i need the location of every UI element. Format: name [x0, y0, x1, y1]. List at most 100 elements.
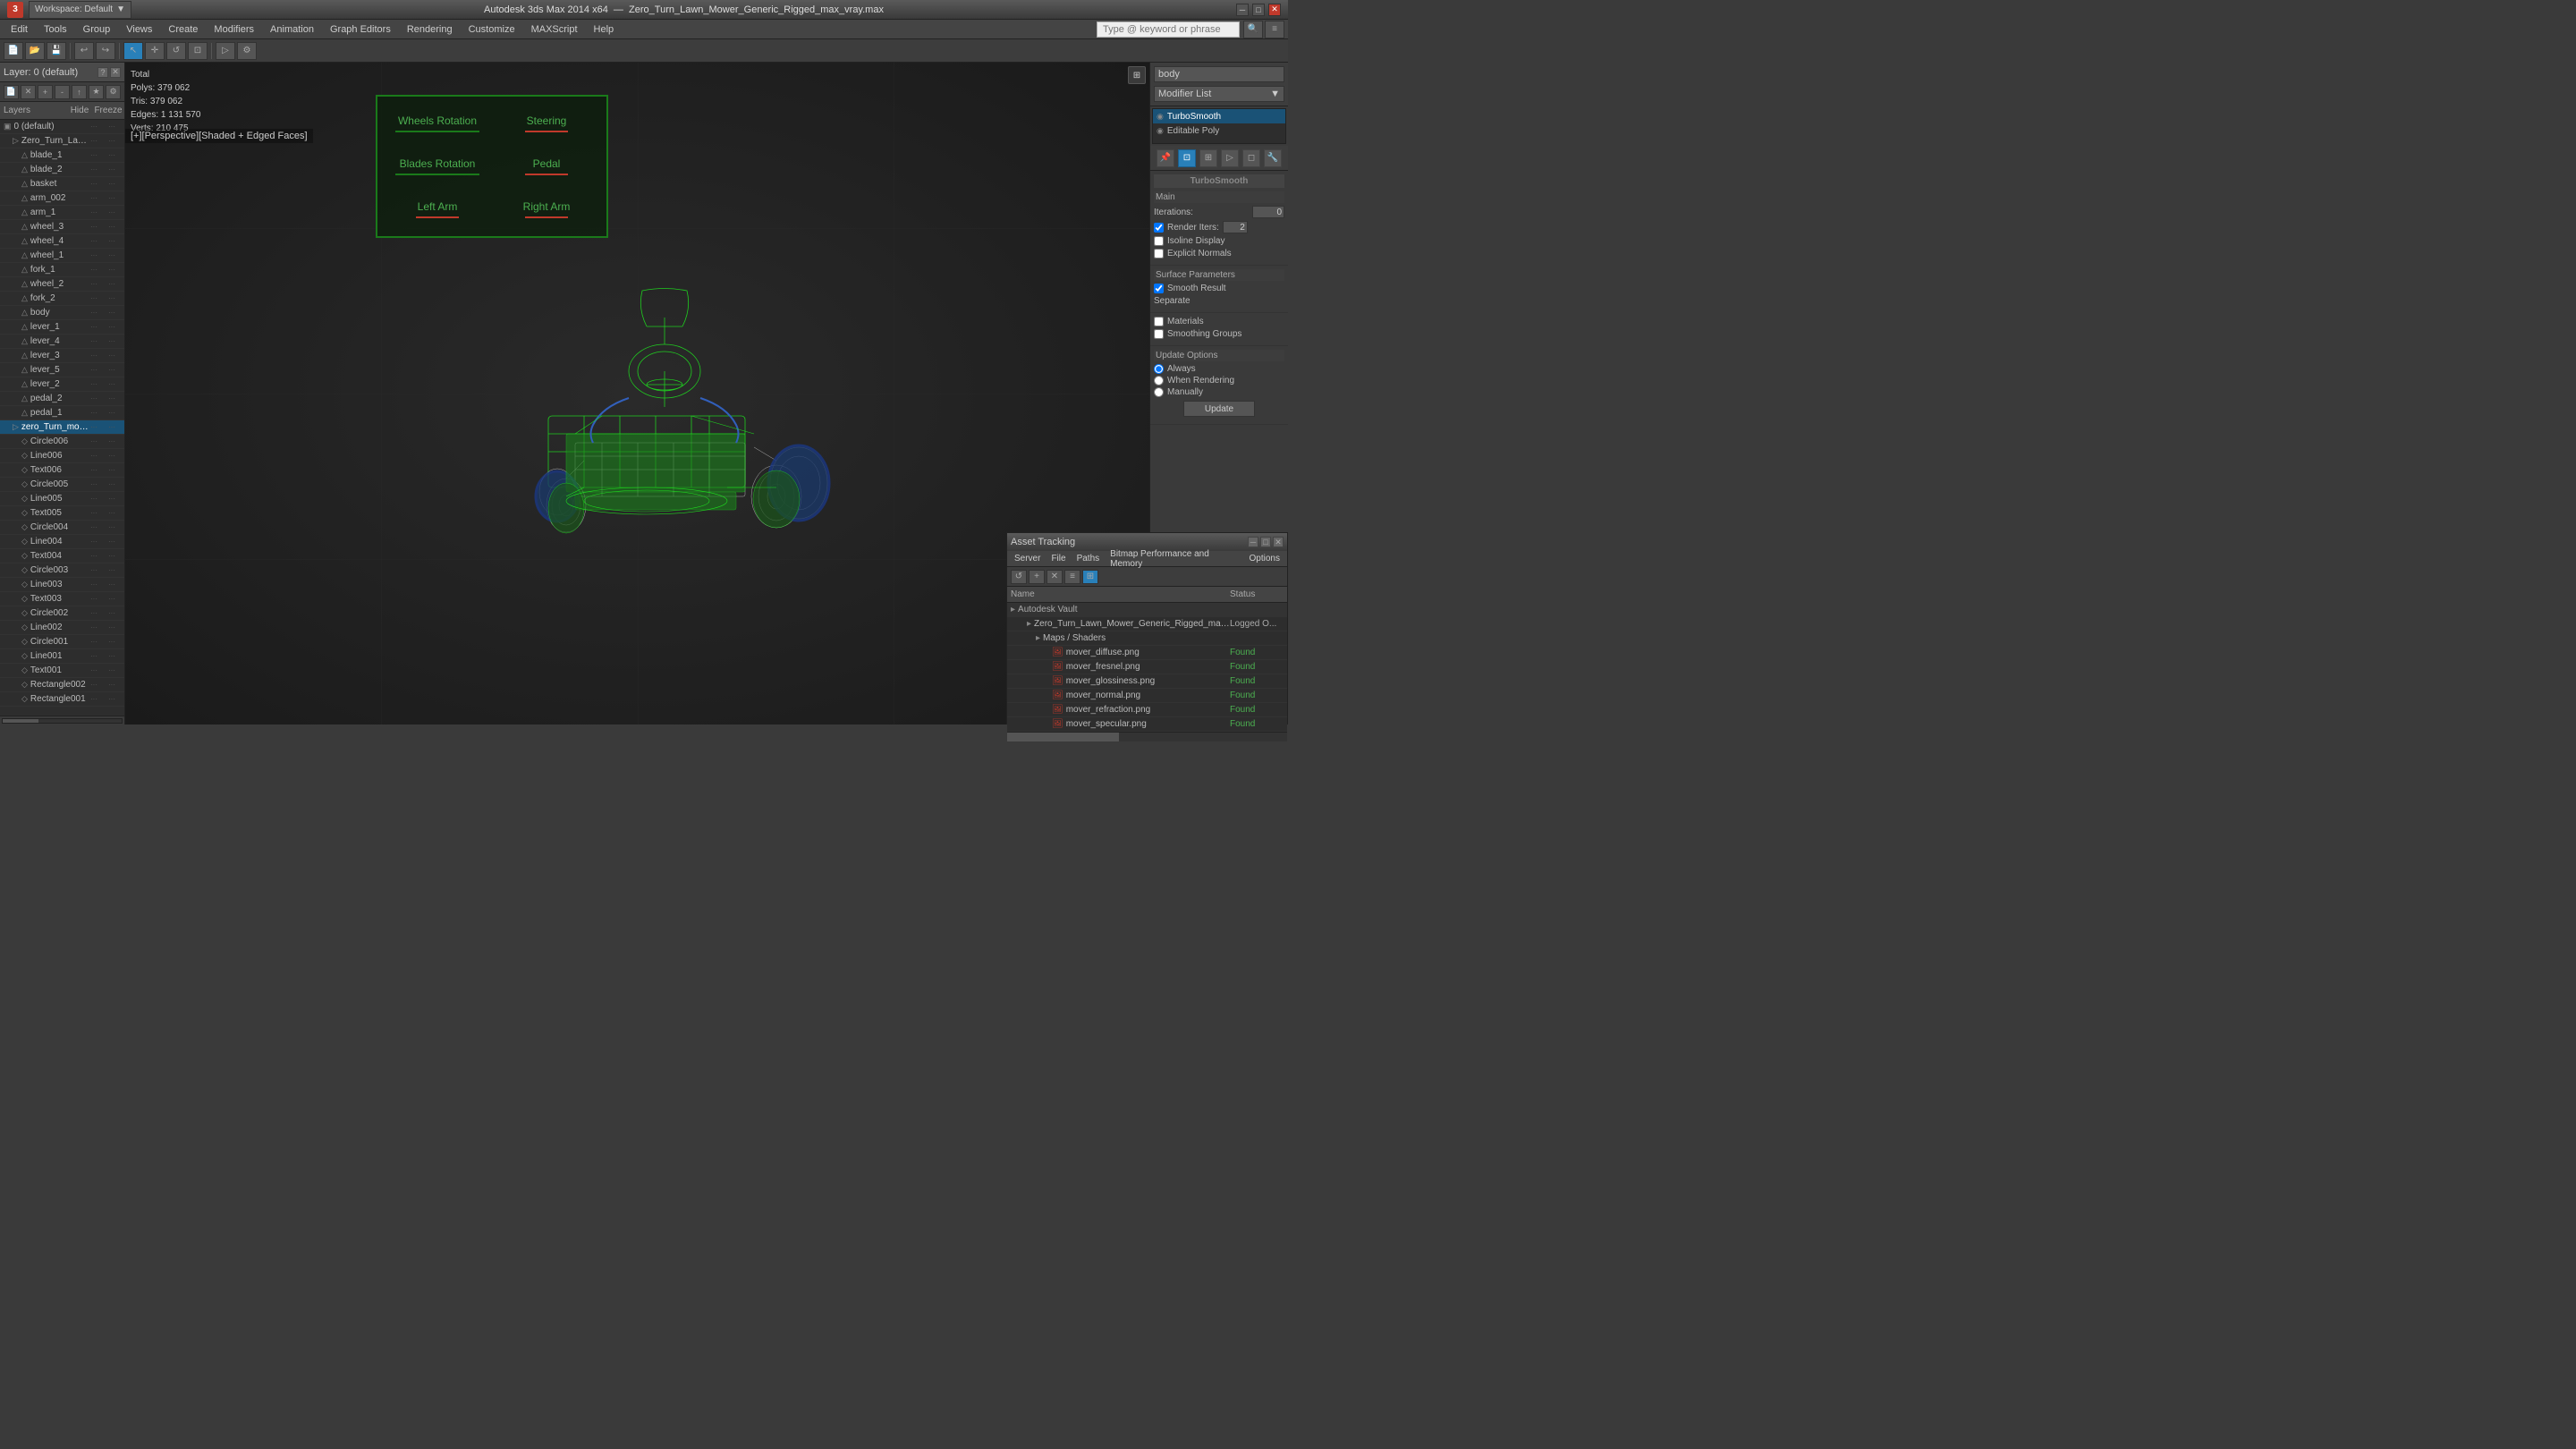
- menu-edit[interactable]: Edit: [4, 22, 35, 37]
- layer-item-text005[interactable]: ◇ Text005 ··· ···: [0, 506, 124, 521]
- menu-help[interactable]: Help: [587, 22, 622, 37]
- asset-row-maps[interactable]: ▸ Maps / Shaders: [1007, 631, 1287, 646]
- smoothing-groups-checkbox[interactable]: [1154, 329, 1164, 339]
- layer-item-line005[interactable]: ◇ Line005 ··· ···: [0, 492, 124, 506]
- layer-highlight-button[interactable]: ★: [89, 85, 104, 99]
- asset-row-diffuse[interactable]: 🖼 mover_diffuse.png Found: [1007, 646, 1287, 660]
- layer-item-text004[interactable]: ◇ Text004 ··· ···: [0, 549, 124, 564]
- modifier-list-dropdown[interactable]: Modifier List ▼: [1154, 86, 1284, 102]
- at-detail-view-button[interactable]: ⊞: [1082, 570, 1098, 584]
- layer-select-button[interactable]: ↑: [72, 85, 87, 99]
- modifier-editpoly[interactable]: ◉ Editable Poly: [1153, 123, 1285, 138]
- layer-panel-close[interactable]: ✕: [110, 67, 121, 78]
- asset-row-normal[interactable]: 🖼 mover_normal.png Found: [1007, 689, 1287, 703]
- move-button[interactable]: ✛: [145, 42, 165, 60]
- layer-item-wheel3[interactable]: △ wheel_3 ··· ···: [0, 220, 124, 234]
- new-file-button[interactable]: 📄: [4, 42, 23, 60]
- layer-item-fork2[interactable]: △ fork_2 ··· ···: [0, 292, 124, 306]
- layer-item-default[interactable]: ▣ 0 (default) ··· ···: [0, 120, 124, 134]
- layer-item-wheel4[interactable]: △ wheel_4 ··· ···: [0, 234, 124, 249]
- layer-item-basket[interactable]: △ basket ··· ···: [0, 177, 124, 191]
- layer-item-line001[interactable]: ◇ Line001 ··· ···: [0, 649, 124, 664]
- layer-item-blade1[interactable]: △ blade_1 ··· ···: [0, 148, 124, 163]
- at-remove-button[interactable]: ✕: [1046, 570, 1063, 584]
- menu-customize[interactable]: Customize: [462, 22, 522, 37]
- asset-tracking-close[interactable]: ✕: [1273, 537, 1284, 547]
- at-menu-paths[interactable]: Paths: [1073, 553, 1104, 564]
- smooth-result-checkbox[interactable]: [1154, 284, 1164, 293]
- open-file-button[interactable]: 📂: [25, 42, 45, 60]
- layer-new-button[interactable]: 📄: [4, 85, 19, 99]
- layer-item-line002[interactable]: ◇ Line002 ··· ···: [0, 621, 124, 635]
- menu-graph-editors[interactable]: Graph Editors: [323, 22, 398, 37]
- always-radio[interactable]: [1154, 364, 1164, 374]
- asset-row-fresnel[interactable]: 🖼 mover_fresnel.png Found: [1007, 660, 1287, 674]
- pin-icon-button[interactable]: 📌: [1157, 149, 1174, 167]
- modifier-turbosmooth[interactable]: ◉ TurboSmooth: [1153, 109, 1285, 123]
- manually-radio[interactable]: [1154, 387, 1164, 397]
- layer-item-line006[interactable]: ◇ Line006 ··· ···: [0, 449, 124, 463]
- isoline-checkbox[interactable]: [1154, 236, 1164, 246]
- layer-settings-button[interactable]: ⚙: [106, 85, 121, 99]
- at-add-button[interactable]: +: [1029, 570, 1045, 584]
- layer-item-wheel1[interactable]: △ wheel_1 ··· ···: [0, 249, 124, 263]
- close-button[interactable]: ✕: [1268, 4, 1281, 16]
- layer-item-circle006[interactable]: ◇ Circle006 ··· ···: [0, 435, 124, 449]
- layer-item-arm002[interactable]: △ arm_002 ··· ···: [0, 191, 124, 206]
- layer-item-text001[interactable]: ◇ Text001 ··· ···: [0, 664, 124, 678]
- layer-add-button[interactable]: +: [38, 85, 53, 99]
- search-options[interactable]: ≡: [1265, 21, 1284, 38]
- viewport[interactable]: Total Polys: 379 062 Tris: 379 062 Edges…: [125, 63, 1149, 724]
- display-icon-button[interactable]: ◻: [1242, 149, 1260, 167]
- select-button[interactable]: ↖: [123, 42, 143, 60]
- viewport-label[interactable]: [+][Perspective][Shaded + Edged Faces]: [125, 129, 313, 143]
- asset-scrollbar-horizontal[interactable]: [1007, 732, 1287, 741]
- motion-icon-button[interactable]: ▷: [1221, 149, 1239, 167]
- iterations-input[interactable]: [1252, 206, 1284, 218]
- menu-rendering[interactable]: Rendering: [400, 22, 460, 37]
- search-input[interactable]: [1097, 21, 1240, 38]
- menu-views[interactable]: Views: [119, 22, 159, 37]
- layer-item-arm1[interactable]: △ arm_1 ··· ···: [0, 206, 124, 220]
- layer-item-blade2[interactable]: △ blade_2 ··· ···: [0, 163, 124, 177]
- utilities-icon-button[interactable]: 🔧: [1264, 149, 1282, 167]
- viewport-maximize-icon[interactable]: ⊞: [1128, 66, 1146, 84]
- modifier-icon-button[interactable]: ⊡: [1178, 149, 1196, 167]
- layer-item-lever4[interactable]: △ lever_4 ··· ···: [0, 335, 124, 349]
- layer-item-circle003[interactable]: ◇ Circle003 ··· ···: [0, 564, 124, 578]
- layer-item-circle002[interactable]: ◇ Circle002 ··· ···: [0, 606, 124, 621]
- layer-item-controllers[interactable]: ▷ zero_Turn_mower_controllers ··· ···: [0, 420, 124, 435]
- render-setup-button[interactable]: ⚙: [237, 42, 257, 60]
- layer-item-body[interactable]: △ body ··· ···: [0, 306, 124, 320]
- layer-item-wheel2[interactable]: △ wheel_2 ··· ···: [0, 277, 124, 292]
- search-button[interactable]: 🔍: [1243, 21, 1263, 38]
- save-button[interactable]: 💾: [47, 42, 66, 60]
- menu-maxscript[interactable]: MAXScript: [524, 22, 585, 37]
- at-menu-file[interactable]: File: [1047, 553, 1069, 564]
- render-iters-input[interactable]: [1223, 221, 1248, 233]
- layer-item-group1[interactable]: ▷ Zero_Turn_Lawn_Mower_Generic_Rigged ··…: [0, 134, 124, 148]
- render-iters-checkbox[interactable]: [1154, 223, 1164, 233]
- minimize-button[interactable]: ─: [1236, 4, 1249, 16]
- menu-animation[interactable]: Animation: [263, 22, 321, 37]
- layer-item-pedal1[interactable]: △ pedal_1 ··· ···: [0, 406, 124, 420]
- layer-item-pedal2[interactable]: △ pedal_2 ··· ···: [0, 392, 124, 406]
- layer-item-text006[interactable]: ◇ Text006 ··· ···: [0, 463, 124, 478]
- render-button[interactable]: ▷: [216, 42, 235, 60]
- layer-item-circle005[interactable]: ◇ Circle005 ··· ···: [0, 478, 124, 492]
- at-menu-bitmap[interactable]: Bitmap Performance and Memory: [1106, 548, 1241, 570]
- menu-group[interactable]: Group: [76, 22, 118, 37]
- at-menu-options[interactable]: Options: [1246, 553, 1284, 564]
- layer-item-circle004[interactable]: ◇ Circle004 ··· ···: [0, 521, 124, 535]
- layer-item-rect001[interactable]: ◇ Rectangle001 ··· ···: [0, 692, 124, 707]
- layer-item-text003[interactable]: ◇ Text003 ··· ···: [0, 592, 124, 606]
- undo-button[interactable]: ↩: [74, 42, 94, 60]
- layer-item-line004[interactable]: ◇ Line004 ··· ···: [0, 535, 124, 549]
- layer-item-lever2[interactable]: △ lever_2 ··· ···: [0, 377, 124, 392]
- when-rendering-radio[interactable]: [1154, 376, 1164, 386]
- at-menu-server[interactable]: Server: [1011, 553, 1044, 564]
- asset-tracking-minimize[interactable]: ─: [1248, 537, 1258, 547]
- asset-row-specular[interactable]: 🖼 mover_specular.png Found: [1007, 717, 1287, 732]
- workspace-dropdown[interactable]: Workspace: Default ▼: [29, 1, 131, 19]
- materials-checkbox[interactable]: [1154, 317, 1164, 326]
